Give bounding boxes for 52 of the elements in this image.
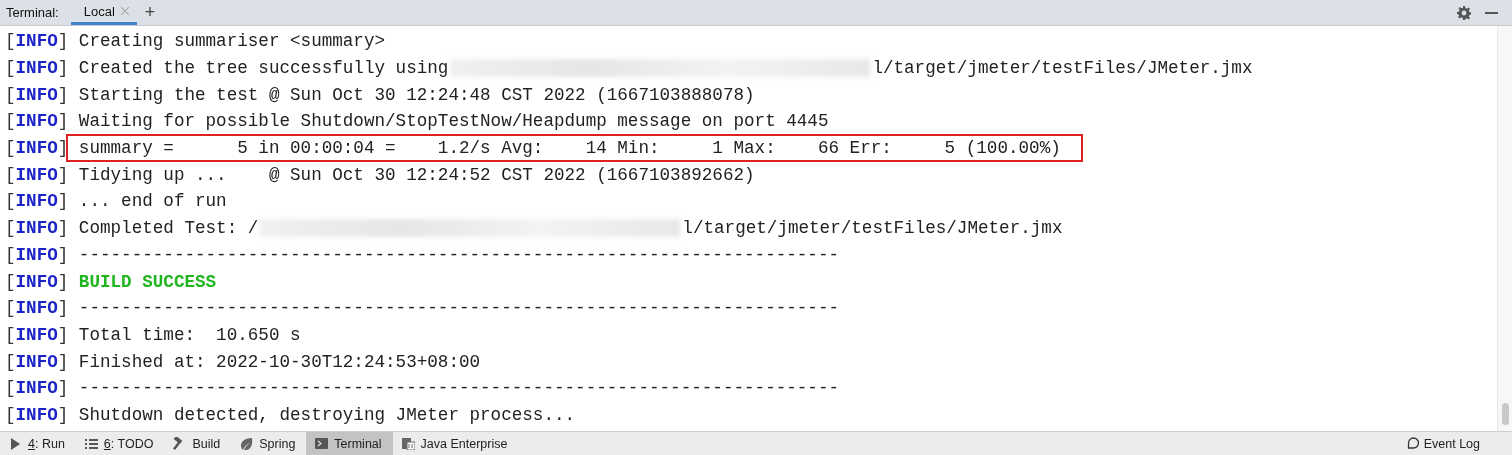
log-level: [INFO] xyxy=(5,31,69,52)
log-level: [INFO] xyxy=(5,218,69,239)
log-message: ... end of run xyxy=(78,191,227,212)
log-message: ------------------------------------------------------------------------ xyxy=(78,298,840,319)
log-level: [INFO] xyxy=(5,58,69,79)
log-message: Total time: 10.650 s xyxy=(78,324,301,345)
panel-label: Terminal: xyxy=(5,5,60,20)
log-message: Finished at: 2022-10-30T12:24:53+08:00 xyxy=(78,351,481,372)
speech-bubble-icon xyxy=(1406,437,1420,450)
log-message: Creating summariser <summary> xyxy=(78,31,386,52)
tool-window-button[interactable]: 6: TODO xyxy=(75,432,165,455)
log-level: [INFO] xyxy=(5,324,69,345)
scrollbar-thumb[interactable] xyxy=(1501,403,1509,425)
log-message: Shutdown detected, destroying JMeter process... xyxy=(78,404,576,425)
log-message: summary = 5 in 00:00:04 = 1.2/s Avg: 14 Min: 1 Max: 66 Err: 5 (100.00%) xyxy=(78,138,1061,159)
log-level: [INFO] xyxy=(5,271,69,292)
log-level: [INFO] xyxy=(5,84,69,105)
log-message: Created the tree successfully using xyxy=(78,58,449,79)
add-tab-button[interactable]: + xyxy=(144,2,156,23)
tool-window-button[interactable]: 4: Run xyxy=(0,432,76,455)
terminal-tab[interactable]: Local xyxy=(70,0,137,25)
minimize-icon[interactable] xyxy=(1485,11,1498,14)
settings-icon[interactable] xyxy=(1457,5,1471,20)
log-level: [INFO] xyxy=(5,191,69,212)
window-icon xyxy=(401,437,415,450)
log-level: [INFO] xyxy=(5,298,69,319)
log-message: Tidying up ... @ Sun Oct 30 12:24:52 CST 2022 (1667103892662) xyxy=(78,164,755,185)
log-message: ------------------------------------------------------------------------ xyxy=(78,244,840,265)
file-path: l/target/jmeter/testFiles/JMeter.jmx xyxy=(872,58,1253,79)
log-message: Starting the test @ Sun Oct 30 12:24:48 CST 2022 (1667103888078) xyxy=(78,84,755,105)
log-message: Completed Test: / xyxy=(78,218,259,239)
file-path: l/target/jmeter/testFiles/JMeter.jmx xyxy=(682,218,1063,239)
log-level: [INFO] xyxy=(5,378,69,399)
tool-window-button[interactable]: Terminal xyxy=(306,432,393,455)
log-level: [INFO] xyxy=(5,138,69,159)
tool-window-button[interactable]: Spring xyxy=(231,432,307,455)
log-level: [INFO] xyxy=(5,351,69,372)
leaf-icon xyxy=(240,437,254,450)
log-message: ------------------------------------------------------------------------ xyxy=(78,378,840,399)
build-status: BUILD SUCCESS xyxy=(78,271,217,292)
log-message: Waiting for possible Shutdown/StopTestNow/Heapdump message on port 4445 xyxy=(78,111,829,132)
log-level: [INFO] xyxy=(5,404,69,425)
event-log-button[interactable]: Event Log xyxy=(1406,432,1512,455)
log-level: [INFO] xyxy=(5,244,69,265)
log-level: [INFO] xyxy=(5,111,69,132)
terminal-icon xyxy=(315,437,329,450)
list-icon xyxy=(84,437,98,450)
tool-window-button[interactable]: Java Enterprise xyxy=(392,432,519,455)
tab-label: Local xyxy=(83,3,115,19)
log-level: [INFO] xyxy=(5,164,69,185)
tool-window-button[interactable]: Build xyxy=(164,432,232,455)
play-icon xyxy=(9,437,22,450)
